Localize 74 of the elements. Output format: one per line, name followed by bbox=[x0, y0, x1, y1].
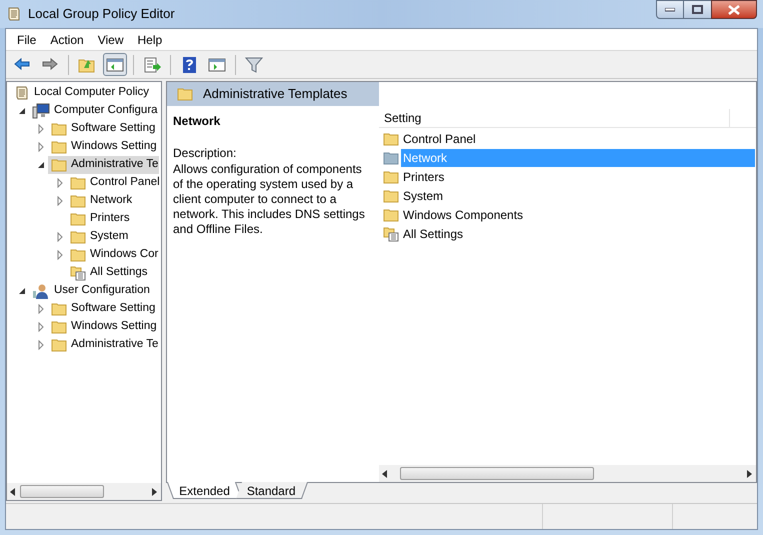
folder-icon bbox=[51, 338, 67, 352]
folder-icon bbox=[383, 188, 399, 202]
menu-item[interactable]: Help bbox=[130, 30, 170, 50]
horizontal-scrollbar[interactable] bbox=[379, 465, 756, 482]
list-item[interactable]: Windows Components bbox=[401, 206, 755, 224]
list-item[interactable]: All Settings bbox=[401, 224, 755, 242]
tree-item[interactable]: Administrative Te bbox=[48, 156, 160, 174]
window-title: Local Group Policy Editor bbox=[28, 5, 175, 24]
column-header[interactable]: Setting bbox=[379, 109, 730, 127]
left-arrow-icon bbox=[10, 488, 16, 496]
tree-pane-button[interactable] bbox=[103, 53, 127, 76]
list-item[interactable]: Printers bbox=[401, 168, 755, 186]
right-arrow-icon bbox=[747, 470, 753, 478]
tree-item[interactable]: Local Computer Policy bbox=[11, 84, 150, 102]
settings-list-icon bbox=[383, 226, 399, 242]
tree-item[interactable]: Administrative Te bbox=[48, 336, 160, 354]
maximize-button[interactable] bbox=[684, 0, 711, 19]
tree-item[interactable]: Software Setting bbox=[48, 300, 156, 318]
folder-icon bbox=[383, 132, 399, 146]
tree-item[interactable]: Computer Configura bbox=[29, 102, 159, 120]
tree-item[interactable]: Printers bbox=[67, 210, 131, 228]
export-list-icon bbox=[143, 56, 161, 74]
list-item[interactable]: System bbox=[401, 186, 755, 204]
description-text: Allows configuration of components of the operating system used by a client computer to connect to a network. This includes DNS settings and Offline Files. bbox=[173, 162, 366, 237]
action-pane-icon bbox=[208, 56, 226, 74]
folder-icon bbox=[51, 158, 67, 172]
folder-icon bbox=[51, 122, 67, 136]
tree-item[interactable]: User Configuration bbox=[29, 282, 151, 300]
scroll-thumb[interactable] bbox=[20, 485, 104, 498]
folder-icon bbox=[70, 230, 86, 244]
folder-icon bbox=[51, 140, 67, 154]
settings-list-icon bbox=[70, 265, 86, 281]
folder-icon bbox=[51, 302, 67, 316]
tree-item[interactable]: Windows Setting bbox=[48, 138, 158, 156]
tree-item[interactable]: Windows Cor bbox=[67, 246, 160, 264]
left-arrow-icon bbox=[382, 470, 388, 478]
folder-icon bbox=[383, 170, 399, 184]
description-title: Network bbox=[173, 113, 222, 130]
scroll-icon bbox=[6, 6, 22, 22]
tree-item[interactable]: System bbox=[67, 228, 130, 246]
minimize-icon bbox=[665, 8, 675, 12]
help-icon bbox=[180, 56, 198, 74]
description-label: Description: bbox=[173, 145, 238, 162]
horizontal-scrollbar[interactable] bbox=[7, 483, 161, 500]
scroll-thumb[interactable] bbox=[400, 467, 594, 480]
tree-item[interactable]: Software Setting bbox=[48, 120, 156, 138]
folder-icon bbox=[51, 320, 67, 334]
folder-icon bbox=[70, 176, 86, 190]
close-button[interactable] bbox=[711, 0, 757, 19]
folder-icon bbox=[70, 212, 86, 226]
view-tab[interactable]: Standard bbox=[236, 482, 308, 499]
list-item[interactable]: Control Panel bbox=[401, 130, 755, 148]
close-icon bbox=[728, 4, 740, 14]
tree-pane-icon bbox=[106, 56, 124, 74]
tree-item[interactable]: All Settings bbox=[67, 264, 149, 282]
folder-icon bbox=[70, 248, 86, 262]
scroll-icon bbox=[14, 85, 30, 101]
menu-item[interactable]: Action bbox=[43, 30, 91, 50]
computer-icon bbox=[32, 103, 50, 119]
user-icon bbox=[32, 283, 50, 299]
minimize-button[interactable] bbox=[656, 0, 684, 19]
tree-item[interactable]: Control Panel bbox=[67, 174, 161, 192]
menu-item[interactable]: View bbox=[90, 30, 130, 50]
right-arrow-icon bbox=[152, 488, 158, 496]
maximize-icon bbox=[692, 5, 703, 14]
tree-item[interactable]: Network bbox=[67, 192, 134, 210]
folder-icon bbox=[383, 150, 399, 164]
menu-item[interactable]: File bbox=[10, 30, 44, 50]
tree-item[interactable]: Windows Setting bbox=[48, 318, 158, 336]
folder-icon bbox=[177, 87, 193, 101]
header-title: Administrative Templates bbox=[203, 85, 348, 104]
folder-icon bbox=[70, 194, 86, 208]
filter-icon bbox=[245, 56, 263, 74]
folder-icon bbox=[383, 208, 399, 222]
